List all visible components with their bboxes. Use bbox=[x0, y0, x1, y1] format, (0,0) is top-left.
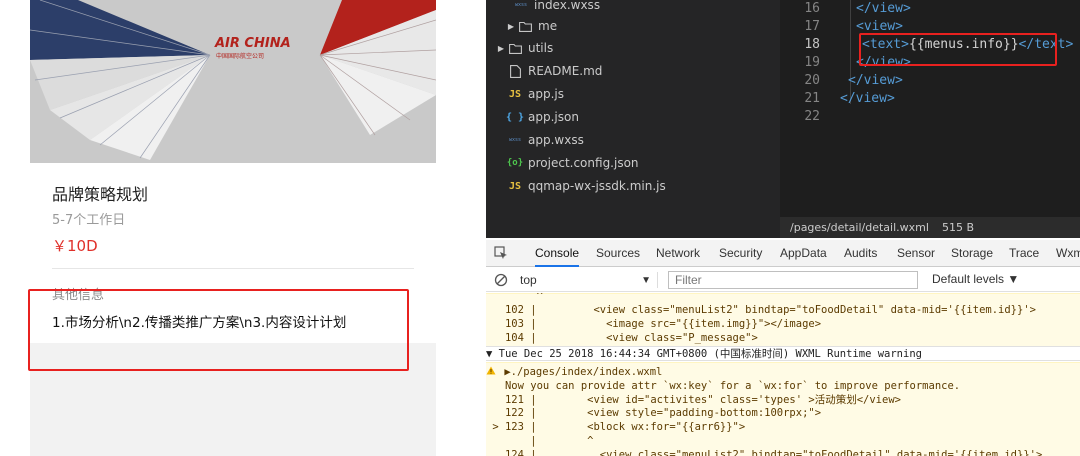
console-line: 104 | <view class="P_message"> bbox=[486, 332, 758, 344]
devtools-tab-network[interactable]: Network bbox=[656, 240, 700, 267]
file-tree-item[interactable]: README.md bbox=[506, 60, 602, 82]
context-value: top bbox=[520, 273, 537, 287]
file-size: 515 B bbox=[942, 221, 975, 234]
file-tree-label: me bbox=[538, 19, 558, 33]
code-text: </view> bbox=[848, 73, 903, 88]
console-output: ^ 102 | <view class="menuList2" bindtap=… bbox=[486, 293, 1080, 456]
console-line: > 123 | <block wx:for="{{arr6}}"> bbox=[486, 421, 746, 434]
file-tree-label: qqmap-wx-jssdk.min.js bbox=[528, 179, 666, 193]
product-title: 品牌策略规划 bbox=[52, 185, 149, 204]
file-tree-label: index.wxss bbox=[534, 0, 601, 12]
devtools-tab-security[interactable]: Security bbox=[719, 240, 762, 267]
chevron-down-icon: ▼ bbox=[641, 274, 651, 286]
wxss-file-icon: wxss bbox=[514, 2, 528, 8]
air-china-logo: AIR CHINA bbox=[214, 36, 291, 51]
code-editor[interactable]: 16 </view> 17 <view> 18 <text>{{menus.info}}<… bbox=[780, 0, 1080, 212]
file-tree-label: app.json bbox=[528, 110, 579, 124]
console-line: Now you can provide attr `wx:key` for a … bbox=[486, 379, 961, 392]
context-select[interactable]: top ▼ bbox=[520, 272, 658, 288]
divider bbox=[52, 268, 414, 269]
console-source-link[interactable]: ▶./pages/index/index.wxml bbox=[486, 365, 1080, 379]
console-line: | ^ bbox=[486, 435, 594, 447]
file-tree-label: app.wxss bbox=[528, 133, 584, 147]
line-number: 21 bbox=[804, 91, 820, 106]
file-tree-label: utils bbox=[528, 41, 554, 55]
file-tree-item[interactable]: wxss app.wxss bbox=[506, 129, 584, 151]
file-tree-item[interactable]: ▶ me bbox=[506, 15, 557, 37]
code-text: </view> bbox=[856, 1, 911, 16]
console-line: ^ bbox=[486, 293, 543, 302]
line-number: 18 bbox=[804, 37, 820, 52]
js-file-icon: JS bbox=[508, 180, 522, 192]
devtools-tab-storage[interactable]: Storage bbox=[951, 240, 993, 267]
console-line: 102 | <view class="menuList2" bindtap="t… bbox=[486, 304, 1036, 316]
line-number: 19 bbox=[804, 55, 820, 70]
config-file-icon: {o} bbox=[506, 158, 524, 168]
json-file-icon: { } bbox=[505, 111, 525, 123]
console-line: 121 | <view id="activites" class='types'… bbox=[486, 393, 901, 406]
file-tree-item[interactable]: wxss index.wxss bbox=[512, 0, 600, 16]
code-line: 22 bbox=[780, 108, 1080, 126]
code-line: 21 </view> bbox=[780, 90, 1080, 108]
chevron-right-icon[interactable]: ▶ bbox=[496, 44, 506, 53]
inspect-element-icon[interactable] bbox=[494, 246, 508, 260]
console-line: 103 | <image src="{{item.img}}"></image> bbox=[486, 318, 822, 330]
code-line: 20 </view> bbox=[780, 72, 1080, 90]
file-tree: wxss index.wxss ▶ me ▶ utils README.md JS app.js… bbox=[486, 0, 780, 238]
file-tree-item[interactable]: JS app.js bbox=[506, 83, 564, 105]
devtools-tab-bar: Console Sources Network Security AppData Audi… bbox=[486, 240, 1080, 267]
fan-illustration: AIR CHINA 中国国际航空公司 bbox=[30, 0, 436, 163]
code-text: </view> bbox=[840, 91, 895, 106]
log-levels-select[interactable]: Default levels ▼ bbox=[932, 272, 1019, 286]
line-number: 16 bbox=[804, 1, 820, 16]
devtools-tab-console[interactable]: Console bbox=[535, 240, 580, 267]
file-tree-item[interactable]: JS qqmap-wx-jssdk.min.js bbox=[506, 175, 666, 197]
file-tree-item[interactable]: {o} project.config.json bbox=[506, 152, 639, 174]
line-number: 17 bbox=[804, 19, 820, 34]
product-price: ￥10D bbox=[52, 237, 98, 255]
air-china-logo-sub: 中国国际航空公司 bbox=[216, 52, 264, 60]
file-tree-label: README.md bbox=[528, 64, 603, 78]
console-filter-input[interactable]: Filter bbox=[668, 271, 918, 289]
line-number: 20 bbox=[804, 73, 820, 88]
console-line: 122 | <view style="padding-bottom:100rpx… bbox=[486, 407, 822, 420]
product-hero-image: AIR CHINA 中国国际航空公司 bbox=[30, 0, 436, 163]
devtools-tab-sources[interactable]: Sources bbox=[596, 240, 640, 267]
annotation-box bbox=[859, 33, 1057, 66]
file-tree-item[interactable]: { } app.json bbox=[506, 106, 579, 128]
line-number: 22 bbox=[804, 109, 820, 124]
file-icon bbox=[506, 64, 524, 78]
wxss-file-icon: wxss bbox=[508, 137, 522, 143]
code-line: 16 </view> bbox=[780, 0, 1080, 18]
console-group-header[interactable]: ▼ Tue Dec 25 2018 16:44:34 GMT+0800 (中国标… bbox=[486, 346, 1080, 361]
editor-pane: wxss index.wxss ▶ me ▶ utils README.md JS app.js… bbox=[486, 0, 1080, 238]
file-tree-label: project.config.json bbox=[528, 156, 639, 170]
devtools-panel: Console Sources Network Security AppData Audi… bbox=[486, 240, 1080, 456]
devtools-tab-appdata[interactable]: AppData bbox=[780, 240, 827, 267]
warning-icon bbox=[486, 365, 498, 379]
console-line: 124 | <view class="menuList2" bindtap="t… bbox=[486, 448, 1043, 456]
devtools-tab-wxml[interactable]: Wxml bbox=[1056, 240, 1080, 267]
devtools-tab-audits[interactable]: Audits bbox=[844, 240, 877, 267]
annotation-box bbox=[28, 289, 409, 371]
console-filter-bar: top ▼ Filter Default levels ▼ bbox=[486, 268, 1080, 292]
folder-icon bbox=[506, 43, 524, 54]
folder-icon bbox=[516, 21, 534, 32]
js-file-icon: JS bbox=[508, 88, 522, 100]
editor-status-bar: /pages/detail/detail.wxml 515 B bbox=[780, 217, 1080, 238]
devtools-tab-sensor[interactable]: Sensor bbox=[897, 240, 935, 267]
simulator-pane: AIR CHINA 中国国际航空公司 品牌策略规划 5-7个工作日 ￥10D 其… bbox=[0, 0, 486, 456]
chevron-right-icon[interactable]: ▶ bbox=[506, 22, 516, 31]
file-path: /pages/detail/detail.wxml bbox=[790, 221, 929, 234]
product-duration: 5-7个工作日 bbox=[52, 213, 126, 228]
file-tree-item[interactable]: ▶ utils bbox=[496, 37, 553, 59]
clear-console-icon[interactable] bbox=[494, 273, 508, 287]
file-tree-label: app.js bbox=[528, 87, 564, 101]
devtools-tab-trace[interactable]: Trace bbox=[1009, 240, 1039, 267]
